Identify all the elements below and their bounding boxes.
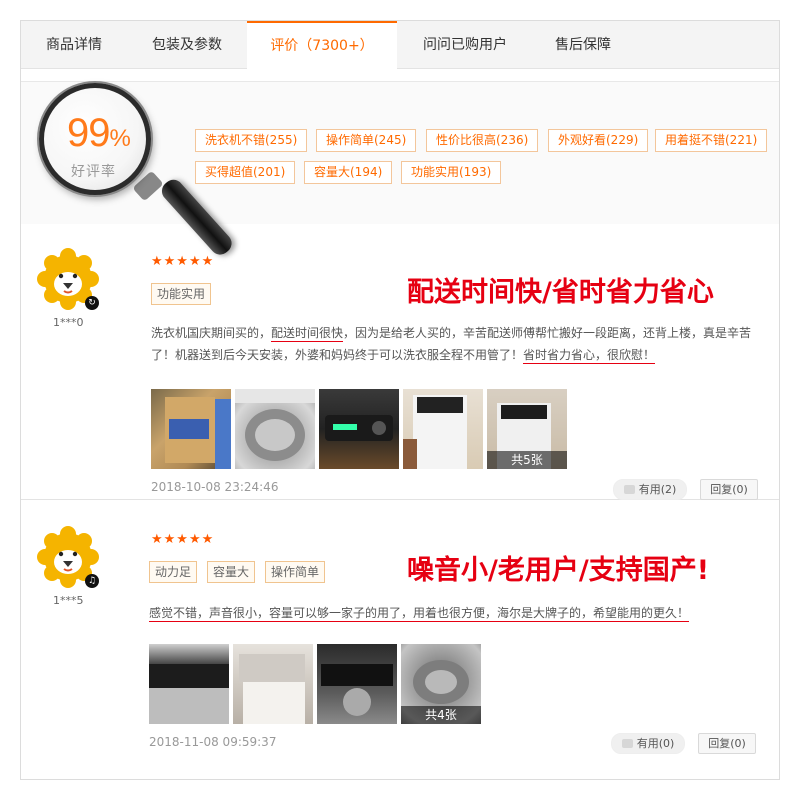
review-text-part: 了！机器送到后今天安装，外婆和妈妈终于可以洗衣服全程不用管了！ — [151, 348, 524, 362]
review-text-part: 洗衣机国庆期间买的， — [151, 326, 272, 340]
tab-bar: 商品详情 包装及参数 评价（7300+） 问问已购用户 售后保障 — [21, 21, 779, 70]
review-text: 感觉不错，声音很小，容量可以够一家子的用了，用着也很方便，海尔是大牌子的，希望能… — [149, 602, 761, 624]
review-tag: 容量大 — [207, 561, 256, 583]
review-photo[interactable] — [233, 644, 313, 724]
avatar: ↻ — [37, 248, 99, 310]
washer-lid-image — [149, 664, 229, 724]
review-photo[interactable] — [317, 644, 397, 724]
washer-drum-image — [235, 389, 315, 461]
tab-ask-buyers[interactable]: 问问已购用户 — [397, 21, 533, 69]
highlighted-phrase: 配送时间很快 — [271, 326, 344, 342]
review-tag: 动力足 — [149, 561, 198, 583]
washer-front-image — [403, 395, 467, 469]
username: 1***5 — [53, 594, 84, 607]
review-headline: 噪音小/老用户/支持国产! — [407, 555, 710, 586]
avatar: ♫ — [37, 526, 99, 588]
summary-tag[interactable]: 买得超值(201) — [195, 161, 296, 184]
summary-tag[interactable]: 用着挺不错(221) — [655, 129, 768, 152]
reply-button[interactable]: 回复(0) — [700, 479, 758, 500]
username: 1***0 — [53, 316, 84, 329]
useful-button[interactable]: 有用(0) — [611, 733, 685, 754]
review-headline: 配送时间快/省时省力省心 — [407, 277, 714, 308]
review-line: 洗衣机国庆期间买的，配送时间很快，因为是给老人买的，辛苦配送师傅帮忙搬好一段距离… — [151, 322, 763, 344]
review-tag: 功能实用 — [151, 283, 212, 305]
review-item: ♫ 1***5 ★★★★★ 动力足 容量大 操作简单 噪音小/老用户/支持国产!… — [21, 502, 779, 779]
useful-label: 有用(2) — [638, 483, 677, 496]
washer-control-image — [321, 664, 393, 716]
photo-count: 共5张 — [487, 451, 567, 469]
washer-panel-image — [325, 415, 393, 441]
review-item: ↻ 1***0 ★★★★★ 功能实用 配送时间快/省时省力省心 洗衣机国庆期间买… — [21, 224, 779, 500]
review-tag: 操作简单 — [265, 561, 326, 583]
summary-tag[interactable]: 功能实用(193) — [401, 161, 502, 184]
user-level-badge-icon: ♫ — [85, 574, 99, 588]
summary-tag[interactable]: 洗衣机不错(255) — [195, 129, 308, 152]
review-photo[interactable] — [235, 389, 315, 469]
thumbs-up-icon — [621, 739, 633, 748]
reply-button[interactable]: 回复(0) — [698, 733, 756, 754]
tab-after-sales[interactable]: 售后保障 — [533, 21, 633, 69]
review-photo[interactable] — [149, 644, 229, 724]
summary-tag[interactable]: 操作简单(245) — [316, 129, 417, 152]
summary-tag[interactable]: 外观好看(229) — [548, 129, 649, 152]
summary-tag[interactable]: 性价比很高(236) — [426, 129, 539, 152]
review-text-part: ，因为是给老人买的，辛苦配送师傅帮忙搬好一段距离，还背上楼，真是辛苦 — [343, 326, 752, 340]
thumbs-up-icon — [623, 485, 635, 494]
summary-tag[interactable]: 容量大(194) — [304, 161, 393, 184]
washer-top-image — [239, 654, 305, 724]
packaged-washer-image — [165, 397, 231, 469]
star-rating: ★★★★★ — [151, 532, 215, 547]
useful-label: 有用(0) — [636, 737, 675, 750]
tab-product-details[interactable]: 商品详情 — [21, 21, 127, 69]
review-photo[interactable] — [319, 389, 399, 469]
review-photo[interactable] — [403, 389, 483, 469]
highlighted-phrase: 感觉不错，声音很小，容量可以够一家子的用了，用着也很方便，海尔是大牌子的，希望能… — [149, 606, 690, 622]
positive-rate-label: 好评率 — [71, 164, 116, 180]
review-photo[interactable]: 共5张 — [487, 389, 567, 469]
review-photo[interactable]: 共4张 — [401, 644, 481, 724]
product-page-frame: 商品详情 包装及参数 评价（7300+） 问问已购用户 售后保障 洗衣机不错(2… — [20, 20, 780, 780]
review-photo[interactable] — [151, 389, 231, 469]
highlighted-phrase: 省时省力省心，很欣慰！ — [523, 348, 656, 364]
review-text: 洗衣机国庆期间买的，配送时间很快，因为是给老人买的，辛苦配送师傅帮忙搬好一段距离… — [151, 322, 763, 366]
tab-reviews[interactable]: 评价（7300+） — [247, 21, 397, 70]
photo-count: 共4张 — [401, 706, 481, 724]
positive-rate-number: 99 — [67, 111, 110, 155]
positive-rate-value: 99% — [67, 111, 131, 156]
review-date: 2018-11-08 09:59:37 — [149, 735, 277, 749]
percent-sign: % — [109, 125, 131, 152]
review-date: 2018-10-08 23:24:46 — [151, 480, 279, 494]
useful-button[interactable]: 有用(2) — [613, 479, 687, 500]
star-rating: ★★★★★ — [151, 254, 215, 269]
user-level-badge-icon: ↻ — [85, 296, 99, 310]
tab-packaging-params[interactable]: 包装及参数 — [127, 21, 247, 69]
review-line: 了！机器送到后今天安装，外婆和妈妈终于可以洗衣服全程不用管了！省时省力省心，很欣… — [151, 344, 763, 366]
